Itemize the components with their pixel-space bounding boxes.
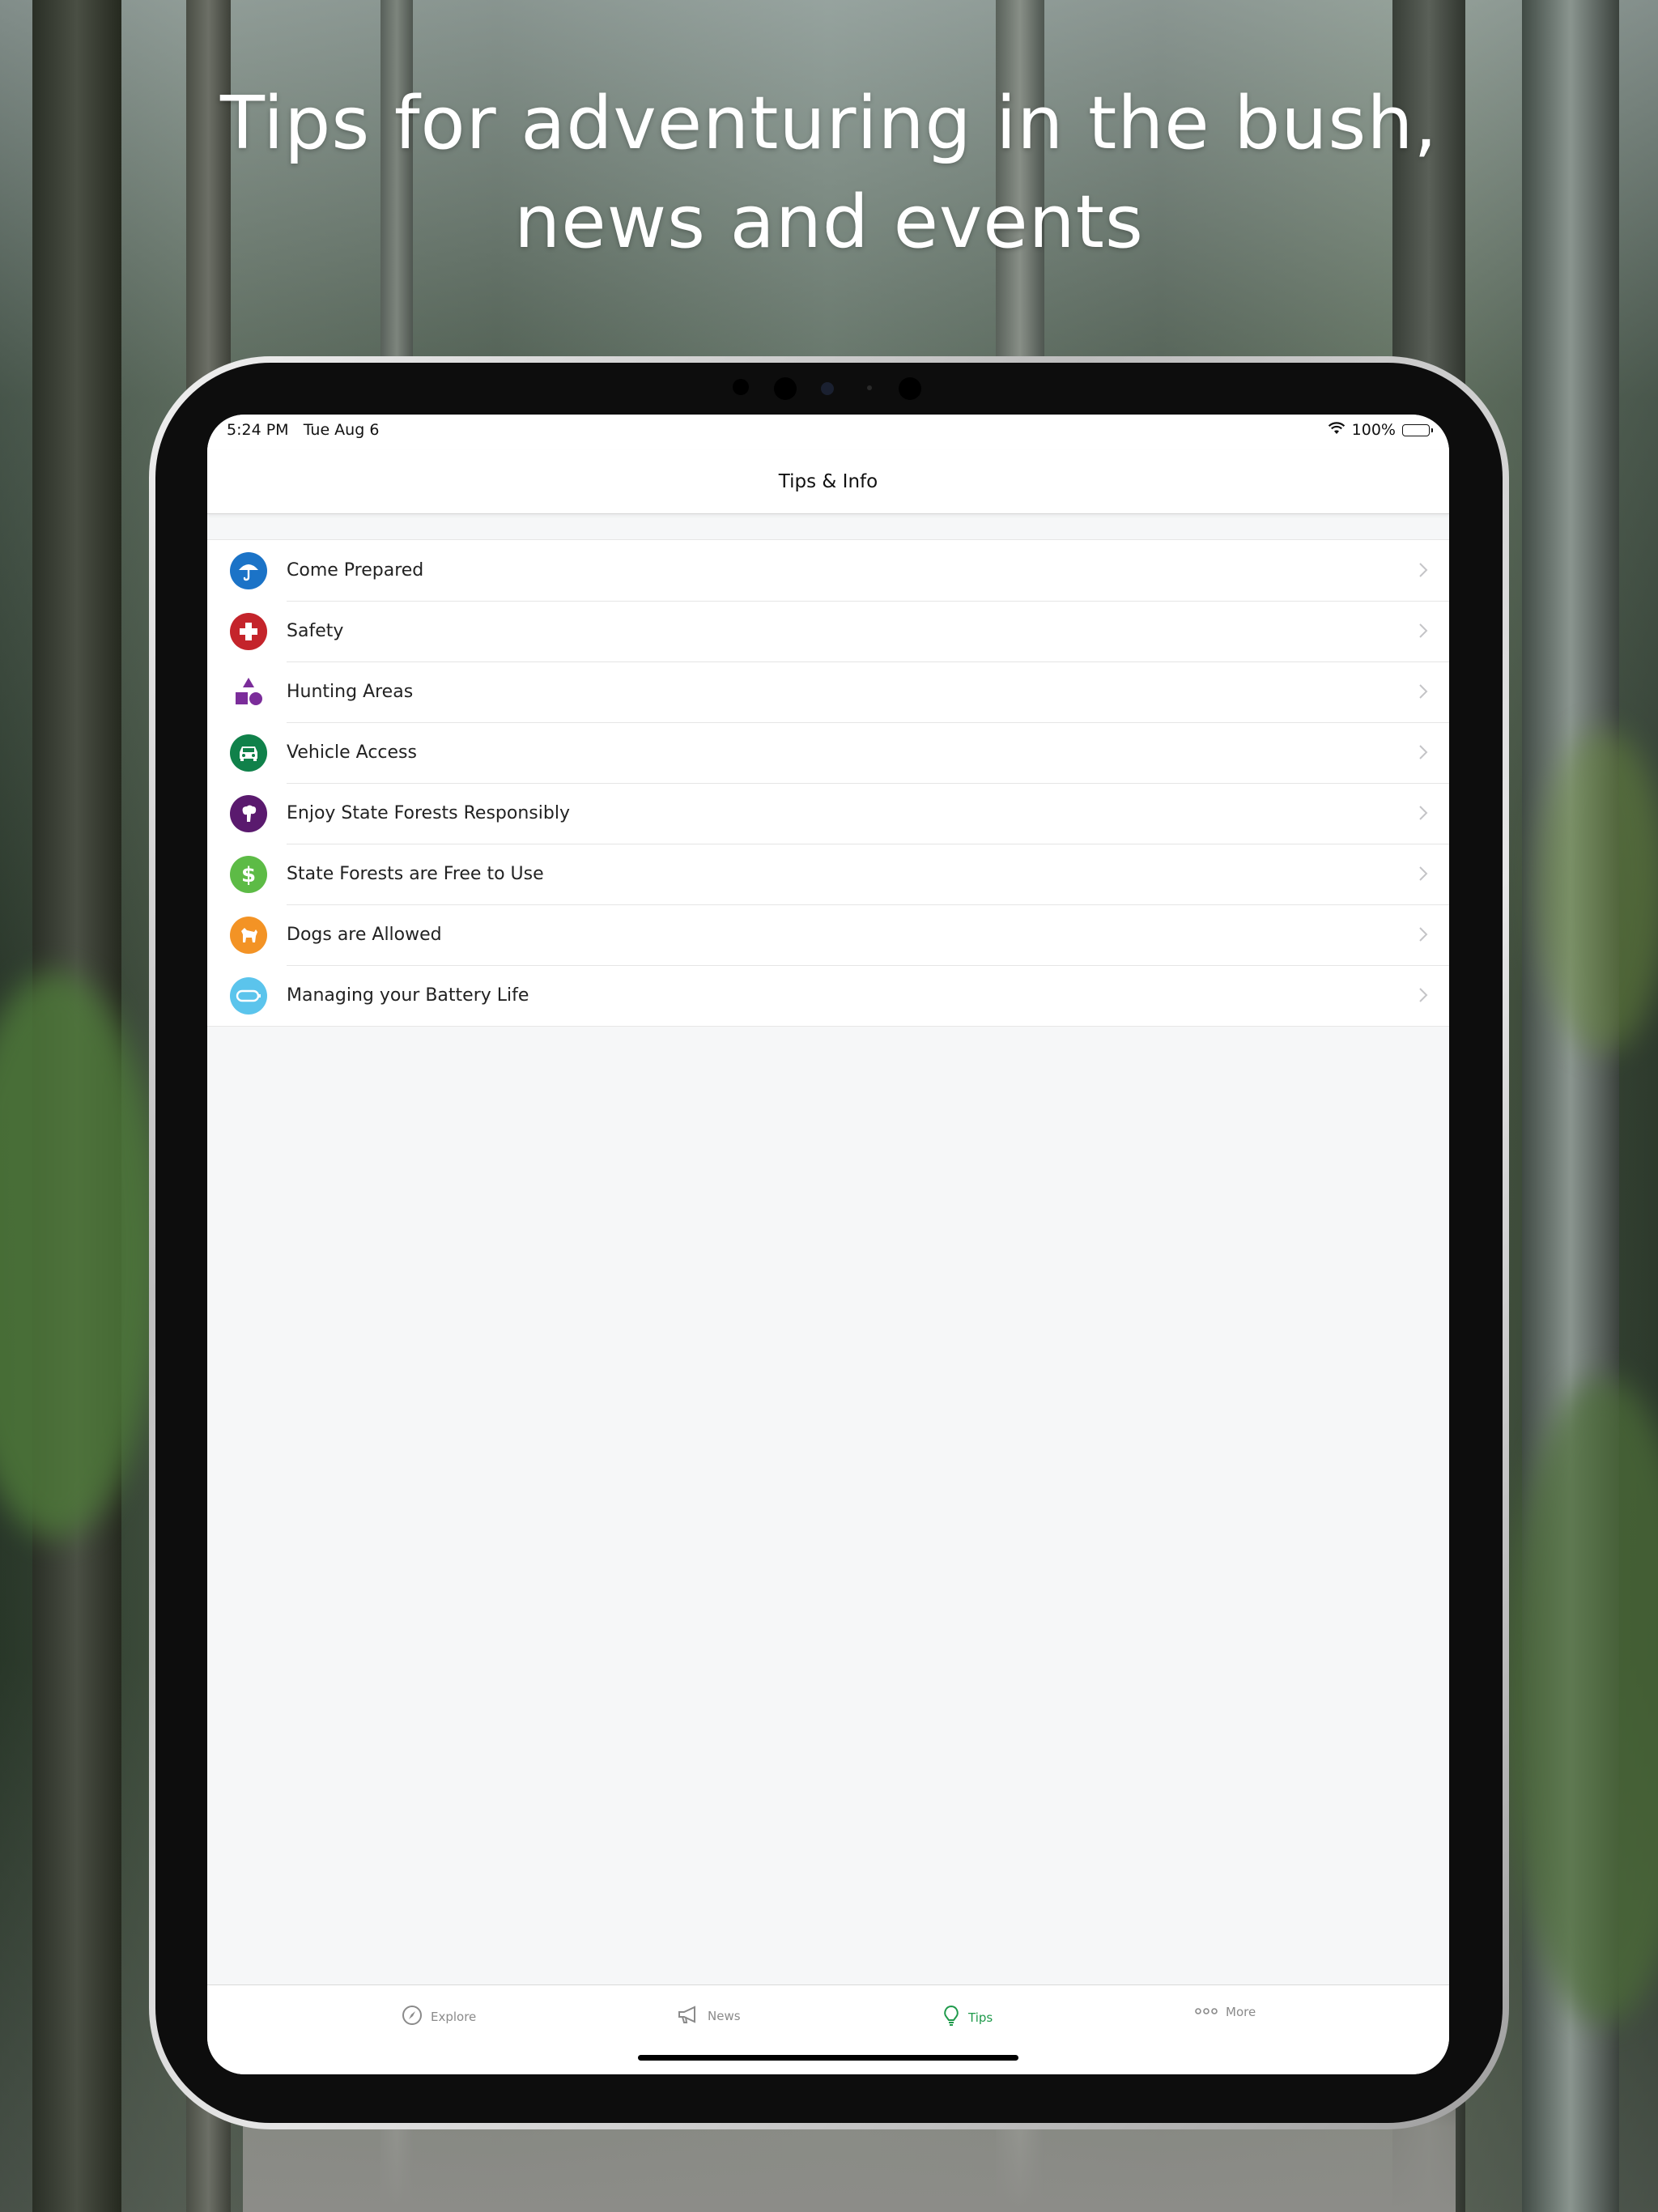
tip-row-battery-life[interactable]: Managing your Battery Life xyxy=(207,965,1449,1026)
camera-sensor xyxy=(899,377,921,400)
status-bar: 5:24 PM Tue Aug 6 100% xyxy=(207,415,1449,450)
tip-row-hunting-areas[interactable]: Hunting Areas xyxy=(207,661,1449,722)
camera-sensor xyxy=(774,377,797,400)
tip-label: Vehicle Access xyxy=(287,742,417,763)
status-date: Tue Aug 6 xyxy=(303,421,380,439)
chevron-right-icon xyxy=(1418,925,1428,946)
tip-label: Enjoy State Forests Responsibly xyxy=(287,803,570,823)
battery-icon xyxy=(1402,423,1433,436)
tip-label: State Forests are Free to Use xyxy=(287,864,544,884)
page-title: Tips & Info xyxy=(778,471,878,492)
tip-label: Come Prepared xyxy=(287,560,424,581)
fern-foliage xyxy=(0,972,162,1538)
chevron-right-icon xyxy=(1418,622,1428,643)
dollar-icon: $ xyxy=(230,856,267,893)
tab-tips[interactable]: Tips xyxy=(942,2005,993,2031)
tab-label: Tips xyxy=(968,2010,993,2025)
tip-label: Safety xyxy=(287,621,344,641)
tip-label: Dogs are Allowed xyxy=(287,925,442,945)
leaf-foliage xyxy=(1538,729,1658,1053)
compass-icon xyxy=(402,2005,423,2029)
front-camera-lens xyxy=(821,382,834,395)
megaphone-icon xyxy=(677,2005,699,2027)
tab-bar: Explore News Tips More xyxy=(207,1984,1449,2074)
battery-icon xyxy=(230,977,267,1015)
tip-row-dogs-allowed[interactable]: Dogs are Allowed xyxy=(207,904,1449,965)
home-indicator[interactable] xyxy=(638,2055,1018,2061)
chevron-right-icon xyxy=(1418,986,1428,1007)
chevron-right-icon xyxy=(1418,743,1428,764)
tip-row-free-to-use[interactable]: $ State Forests are Free to Use xyxy=(207,844,1449,904)
umbrella-icon xyxy=(230,552,267,589)
tab-more[interactable]: More xyxy=(1195,2005,1256,2019)
camera-sensor xyxy=(733,379,749,395)
dog-icon xyxy=(230,917,267,954)
chevron-right-icon xyxy=(1418,683,1428,704)
headline-line-2: news and events xyxy=(514,180,1144,265)
svg-text:$: $ xyxy=(241,863,256,887)
tip-row-enjoy-forests[interactable]: Enjoy State Forests Responsibly xyxy=(207,783,1449,844)
lightbulb-icon xyxy=(942,2005,960,2031)
tab-label: News xyxy=(708,2009,741,2023)
status-indicators: 100% xyxy=(1328,421,1433,439)
promo-headline: Tips for adventuring in the bush, news a… xyxy=(0,74,1658,272)
navigation-bar: Tips & Info xyxy=(207,450,1449,514)
ambient-sensor xyxy=(867,385,872,390)
tips-list: Come Prepared Safety Hunting Areas Vehic… xyxy=(207,539,1449,1027)
tip-label: Hunting Areas xyxy=(287,682,414,702)
status-time: 5:24 PM xyxy=(227,421,289,439)
tab-explore[interactable]: Explore xyxy=(402,2005,476,2029)
tab-news[interactable]: News xyxy=(677,2005,741,2027)
app-screen: 5:24 PM Tue Aug 6 100% Tips & Info Come … xyxy=(207,415,1449,2074)
wifi-icon xyxy=(1328,421,1346,439)
first-aid-cross-icon xyxy=(230,613,267,650)
headline-line-1: Tips for adventuring in the bush, xyxy=(220,81,1438,166)
car-icon xyxy=(230,734,267,772)
tab-label: More xyxy=(1226,2005,1256,2019)
tab-label: Explore xyxy=(431,2010,477,2024)
tip-label: Managing your Battery Life xyxy=(287,985,529,1006)
tip-row-come-prepared[interactable]: Come Prepared xyxy=(207,540,1449,601)
chevron-right-icon xyxy=(1418,804,1428,825)
tip-row-safety[interactable]: Safety xyxy=(207,601,1449,661)
tip-row-vehicle-access[interactable]: Vehicle Access xyxy=(207,722,1449,783)
more-dots-icon xyxy=(1195,2005,1218,2019)
chevron-right-icon xyxy=(1418,561,1428,582)
chevron-right-icon xyxy=(1418,865,1428,886)
shapes-icon xyxy=(230,674,267,711)
battery-percent: 100% xyxy=(1351,421,1396,439)
status-time-date: 5:24 PM Tue Aug 6 xyxy=(227,421,379,439)
forest-care-icon xyxy=(230,795,267,832)
